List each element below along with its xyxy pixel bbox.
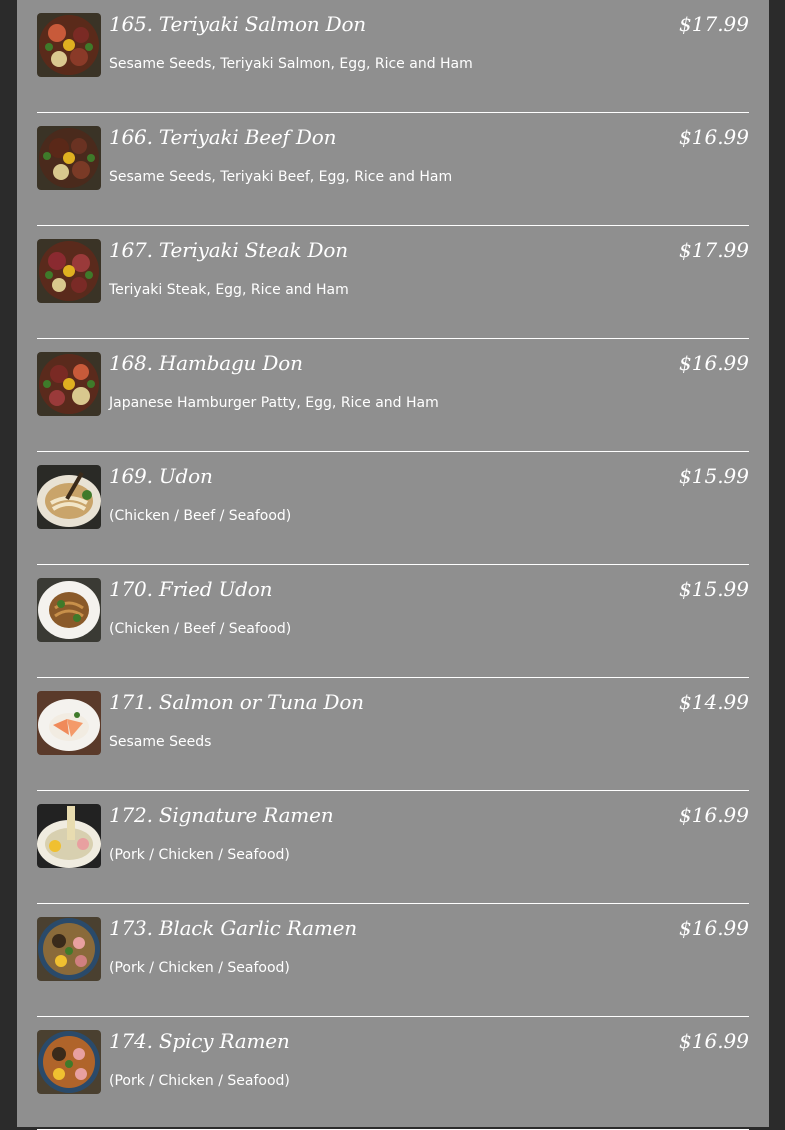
rice-bowl-photo	[37, 13, 101, 77]
item-price: $15.99	[679, 577, 749, 601]
menu-item[interactable]: 166. Teriyaki Beef Don $16.99 Sesame See…	[37, 113, 749, 226]
menu-item[interactable]: 167. Teriyaki Steak Don $17.99 Teriyaki …	[37, 226, 749, 339]
fried-noodle-photo	[37, 578, 101, 642]
menu-item[interactable]: 174. Spicy Ramen $16.99 (Pork / Chicken …	[37, 1017, 749, 1130]
item-title: 165. Teriyaki Salmon Don	[109, 12, 366, 36]
item-title: 171. Salmon or Tuna Don	[109, 690, 364, 714]
item-price: $16.99	[679, 351, 749, 375]
item-title: 167. Teriyaki Steak Don	[109, 238, 348, 262]
item-price: $15.99	[679, 464, 749, 488]
menu-panel: 165. Teriyaki Salmon Don $17.99 Sesame S…	[17, 0, 769, 1130]
item-price: $17.99	[679, 238, 749, 262]
ramen-photo	[37, 804, 101, 868]
rice-bowl-photo	[37, 126, 101, 190]
item-price: $16.99	[679, 916, 749, 940]
item-description: Teriyaki Steak, Egg, Rice and Ham	[109, 282, 349, 298]
item-price: $16.99	[679, 803, 749, 827]
item-title: 169. Udon	[109, 464, 213, 488]
item-description: (Pork / Chicken / Seafood)	[109, 1073, 290, 1089]
menu-item[interactable]: 170. Fried Udon $15.99 (Chicken / Beef /…	[37, 565, 749, 678]
item-description: Japanese Hamburger Patty, Egg, Rice and …	[109, 395, 439, 411]
item-description: (Pork / Chicken / Seafood)	[109, 847, 290, 863]
item-price: $16.99	[679, 125, 749, 149]
item-title: 168. Hambagu Don	[109, 351, 303, 375]
menu-item[interactable]: 169. Udon $15.99 (Chicken / Beef / Seafo…	[37, 452, 749, 565]
menu-item[interactable]: 168. Hambagu Don $16.99 Japanese Hamburg…	[37, 339, 749, 452]
item-description: (Pork / Chicken / Seafood)	[109, 960, 290, 976]
sashimi-plate-photo	[37, 691, 101, 755]
item-price: $16.99	[679, 1029, 749, 1053]
ramen-photo	[37, 1030, 101, 1094]
item-description: Sesame Seeds	[109, 734, 212, 750]
item-price: $14.99	[679, 690, 749, 714]
item-title: 173. Black Garlic Ramen	[109, 916, 357, 940]
noodle-soup-photo	[37, 465, 101, 529]
item-description: (Chicken / Beef / Seafood)	[109, 621, 292, 637]
ramen-photo	[37, 917, 101, 981]
item-title: 170. Fried Udon	[109, 577, 273, 601]
item-description: (Chicken / Beef / Seafood)	[109, 508, 292, 524]
rice-bowl-photo	[37, 239, 101, 303]
item-title: 174. Spicy Ramen	[109, 1029, 290, 1053]
menu-item[interactable]: 172. Signature Ramen $16.99 (Pork / Chic…	[37, 791, 749, 904]
item-title: 172. Signature Ramen	[109, 803, 334, 827]
item-description: Sesame Seeds, Teriyaki Salmon, Egg, Rice…	[109, 56, 473, 72]
menu-list: 165. Teriyaki Salmon Don $17.99 Sesame S…	[37, 0, 749, 1130]
item-description: Sesame Seeds, Teriyaki Beef, Egg, Rice a…	[109, 169, 453, 185]
rice-bowl-photo	[37, 352, 101, 416]
menu-item[interactable]: 165. Teriyaki Salmon Don $17.99 Sesame S…	[37, 0, 749, 113]
menu-item[interactable]: 171. Salmon or Tuna Don $14.99 Sesame Se…	[37, 678, 749, 791]
menu-item[interactable]: 173. Black Garlic Ramen $16.99 (Pork / C…	[37, 904, 749, 1017]
item-title: 166. Teriyaki Beef Don	[109, 125, 337, 149]
item-price: $17.99	[679, 12, 749, 36]
